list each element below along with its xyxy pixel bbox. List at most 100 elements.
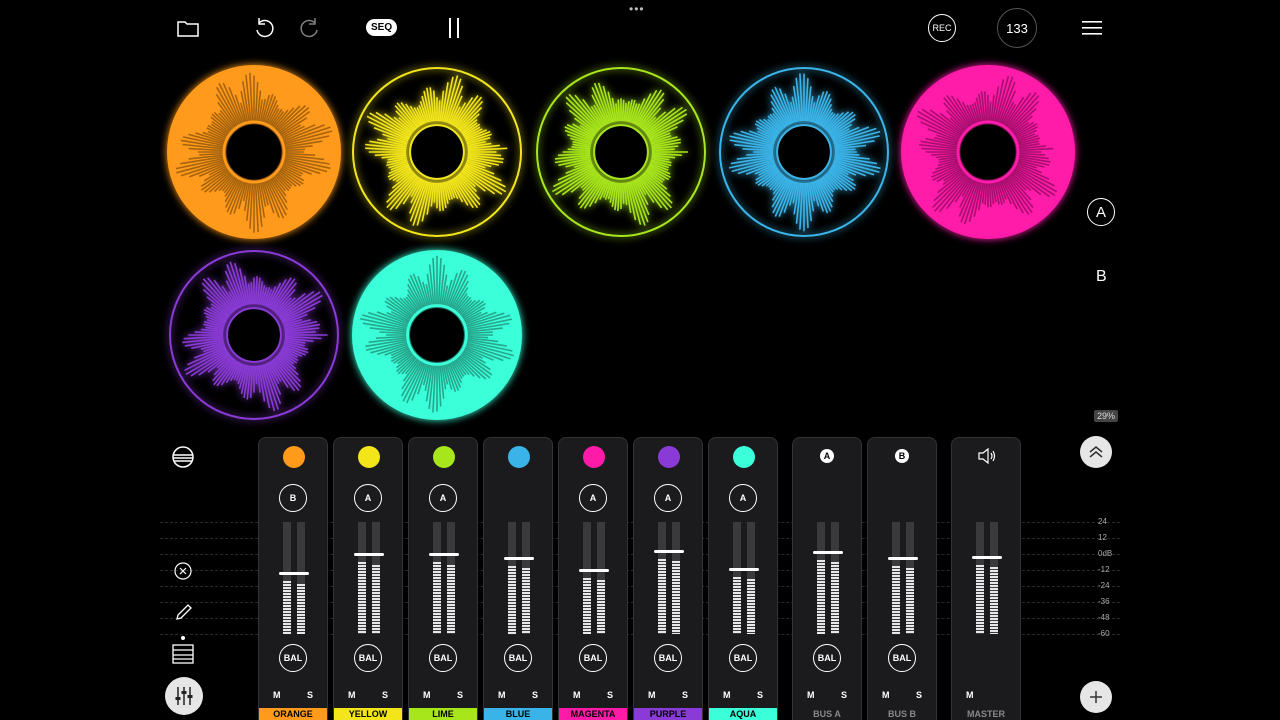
- mute-button[interactable]: M: [807, 690, 815, 700]
- indicator-dot: [181, 636, 185, 640]
- volume-fader[interactable]: [504, 557, 534, 560]
- bus-strip-master: M MASTER: [951, 437, 1021, 720]
- solo-button[interactable]: S: [457, 690, 463, 700]
- channel-strip-aqua: A BAL M S AQUA: [708, 437, 778, 720]
- mute-button[interactable]: M: [348, 690, 356, 700]
- meter-level: [447, 565, 455, 634]
- collapse-up-icon[interactable]: [1080, 436, 1112, 468]
- meter-level: [372, 565, 380, 634]
- balance-knob[interactable]: BAL: [813, 644, 841, 672]
- meter-left: [583, 522, 591, 634]
- mute-button[interactable]: M: [423, 690, 431, 700]
- meter-right: [906, 522, 914, 634]
- loop-yellow[interactable]: [352, 67, 522, 237]
- meter-level: [297, 584, 305, 634]
- loop-orange[interactable]: [167, 65, 341, 239]
- meter-level: [892, 566, 900, 634]
- send-knob[interactable]: A: [729, 484, 757, 512]
- channel-color-dot[interactable]: [508, 446, 530, 468]
- loop-magenta[interactable]: [901, 65, 1075, 239]
- meter-right: [522, 522, 530, 634]
- loop-blue[interactable]: [719, 67, 889, 237]
- bus-strip-bus-a: A BAL M S BUS A: [792, 437, 862, 720]
- scene-a-button[interactable]: A: [1087, 198, 1115, 226]
- bus-strip-bus-b: B BAL M S BUS B: [867, 437, 937, 720]
- channel-strip-orange: B BAL M S ORANGE: [258, 437, 328, 720]
- channel-color-dot[interactable]: [358, 446, 380, 468]
- scale-label: -48: [1098, 613, 1110, 622]
- channel-name: AQUA: [709, 708, 777, 720]
- volume-fader[interactable]: [888, 557, 918, 560]
- meter-level: [283, 581, 291, 634]
- mute-button[interactable]: M: [573, 690, 581, 700]
- channel-strip-yellow: A BAL M S YELLOW: [333, 437, 403, 720]
- loop-lime[interactable]: [536, 67, 706, 237]
- balance-knob[interactable]: BAL: [654, 644, 682, 672]
- solo-button[interactable]: S: [682, 690, 688, 700]
- volume-fader[interactable]: [579, 569, 609, 572]
- speaker-icon: [976, 446, 998, 466]
- meter-level: [817, 560, 825, 634]
- scale-label: 0dB: [1098, 549, 1113, 558]
- balance-knob[interactable]: BAL: [579, 644, 607, 672]
- balance-knob[interactable]: BAL: [354, 644, 382, 672]
- meter-left: [976, 522, 984, 634]
- send-knob[interactable]: A: [429, 484, 457, 512]
- channel-color-dot[interactable]: [433, 446, 455, 468]
- channel-color-dot[interactable]: [283, 446, 305, 468]
- send-knob[interactable]: A: [654, 484, 682, 512]
- volume-fader[interactable]: [429, 553, 459, 556]
- mute-button[interactable]: M: [882, 690, 890, 700]
- send-knob[interactable]: A: [354, 484, 382, 512]
- loop-purple[interactable]: [169, 250, 339, 420]
- channel-color-dot[interactable]: [583, 446, 605, 468]
- channel-color-dot[interactable]: [733, 446, 755, 468]
- channel-color-dot[interactable]: [658, 446, 680, 468]
- volume-fader[interactable]: [972, 556, 1002, 559]
- balance-knob[interactable]: BAL: [279, 644, 307, 672]
- send-knob[interactable]: B: [279, 484, 307, 512]
- list-icon[interactable]: [171, 642, 195, 666]
- scene-b-button[interactable]: B: [1096, 268, 1107, 286]
- volume-fader[interactable]: [354, 553, 384, 556]
- scale-label: -24: [1098, 581, 1110, 590]
- mixer-icon[interactable]: [165, 677, 203, 715]
- mute-button[interactable]: M: [966, 690, 974, 700]
- volume-fader[interactable]: [813, 551, 843, 554]
- solo-button[interactable]: S: [307, 690, 313, 700]
- percent-badge: 29%: [1094, 410, 1119, 422]
- mute-button[interactable]: M: [648, 690, 656, 700]
- volume-fader[interactable]: [729, 568, 759, 571]
- volume-fader[interactable]: [654, 550, 684, 553]
- solo-button[interactable]: S: [532, 690, 538, 700]
- send-knob[interactable]: A: [579, 484, 607, 512]
- solo-button[interactable]: S: [916, 690, 922, 700]
- solo-button[interactable]: S: [841, 690, 847, 700]
- solo-button[interactable]: S: [757, 690, 763, 700]
- meter-left: [733, 522, 741, 634]
- solo-button[interactable]: S: [382, 690, 388, 700]
- bus-name: BUS A: [793, 708, 861, 720]
- solo-button[interactable]: S: [607, 690, 613, 700]
- meter-right: [297, 522, 305, 634]
- loop-aqua[interactable]: [352, 250, 522, 420]
- balance-knob[interactable]: BAL: [429, 644, 457, 672]
- mute-button[interactable]: M: [273, 690, 281, 700]
- loop-view-icon[interactable]: [170, 444, 196, 470]
- pencil-icon[interactable]: [173, 601, 195, 623]
- meter-level: [906, 568, 914, 634]
- balance-knob[interactable]: BAL: [504, 644, 532, 672]
- mute-button[interactable]: M: [498, 690, 506, 700]
- meter-level: [672, 561, 680, 634]
- loops-canvas: [167, 65, 1075, 420]
- mute-button[interactable]: M: [723, 690, 731, 700]
- volume-fader[interactable]: [279, 572, 309, 575]
- meter-level: [358, 562, 366, 634]
- add-icon[interactable]: [1080, 681, 1112, 713]
- balance-knob[interactable]: BAL: [729, 644, 757, 672]
- meter-left: [283, 522, 291, 634]
- close-icon[interactable]: [173, 561, 193, 581]
- meter-right: [447, 522, 455, 634]
- balance-knob[interactable]: BAL: [888, 644, 916, 672]
- meter-level: [990, 567, 998, 634]
